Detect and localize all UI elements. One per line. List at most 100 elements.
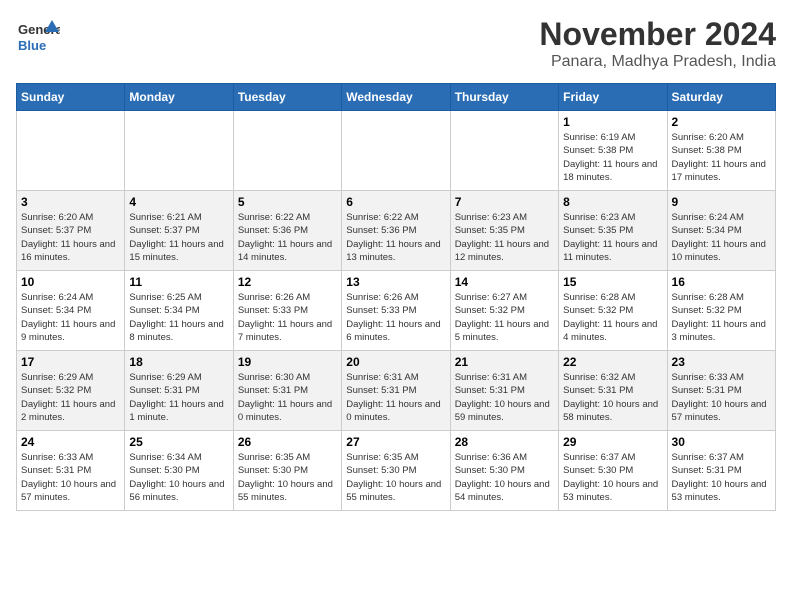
day-info: Sunrise: 6:30 AMSunset: 5:31 PMDaylight:… bbox=[238, 371, 337, 424]
svg-text:Blue: Blue bbox=[18, 38, 46, 53]
day-number: 15 bbox=[563, 275, 662, 289]
day-number: 11 bbox=[129, 275, 228, 289]
day-number: 17 bbox=[21, 355, 120, 369]
day-number: 16 bbox=[672, 275, 771, 289]
day-number: 22 bbox=[563, 355, 662, 369]
day-number: 13 bbox=[346, 275, 445, 289]
day-cell: 6Sunrise: 6:22 AMSunset: 5:36 PMDaylight… bbox=[342, 191, 450, 271]
day-cell: 21 Sunrise: 6:31 AMSunset: 5:31 PMDayligh… bbox=[450, 351, 558, 431]
day-number: 23 bbox=[672, 355, 771, 369]
day-cell: 18Sunrise: 6:29 AMSunset: 5:31 PMDayligh… bbox=[125, 351, 233, 431]
weekday-header-sunday: Sunday bbox=[17, 84, 125, 111]
week-row-2: 3 Sunrise: 6:20 AMSunset: 5:37 PMDaylight… bbox=[17, 191, 776, 271]
day-cell bbox=[17, 111, 125, 191]
day-info: Sunrise: 6:37 AMSunset: 5:31 PMDaylight:… bbox=[672, 451, 771, 504]
day-cell: 25 Sunrise: 6:34 AMSunset: 5:30 PMDayligh… bbox=[125, 431, 233, 511]
weekday-header-wednesday: Wednesday bbox=[342, 84, 450, 111]
logo: General Blue bbox=[16, 16, 60, 60]
day-number: 25 bbox=[129, 435, 228, 449]
day-number: 2 bbox=[672, 115, 771, 129]
day-info: Sunrise: 6:26 AMSunset: 5:33 PMDaylight:… bbox=[238, 291, 337, 344]
day-info: Sunrise: 6:26 AMSunset: 5:33 PMDaylight:… bbox=[346, 291, 445, 344]
day-info: Sunrise: 6:24 AMSunset: 5:34 PMDaylight:… bbox=[21, 291, 120, 344]
day-info: Sunrise: 6:19 AMSunset: 5:38 PMDaylight:… bbox=[563, 131, 662, 184]
day-number: 19 bbox=[238, 355, 337, 369]
title-area: November 2024 Panara, Madhya Pradesh, In… bbox=[539, 16, 776, 71]
day-cell: 4 Sunrise: 6:21 AMSunset: 5:37 PMDaylight… bbox=[125, 191, 233, 271]
day-cell: 20Sunrise: 6:31 AMSunset: 5:31 PMDayligh… bbox=[342, 351, 450, 431]
day-number: 24 bbox=[21, 435, 120, 449]
day-info: Sunrise: 6:29 AMSunset: 5:31 PMDaylight:… bbox=[129, 371, 228, 424]
day-number: 26 bbox=[238, 435, 337, 449]
location: Panara, Madhya Pradesh, India bbox=[539, 53, 776, 71]
day-number: 30 bbox=[672, 435, 771, 449]
day-cell: 23 Sunrise: 6:33 AMSunset: 5:31 PMDayligh… bbox=[667, 351, 775, 431]
day-info: Sunrise: 6:21 AMSunset: 5:37 PMDaylight:… bbox=[129, 211, 228, 264]
day-number: 9 bbox=[672, 195, 771, 209]
day-cell: 9 Sunrise: 6:24 AMSunset: 5:34 PMDaylight… bbox=[667, 191, 775, 271]
day-cell bbox=[233, 111, 341, 191]
day-info: Sunrise: 6:36 AMSunset: 5:30 PMDaylight:… bbox=[455, 451, 554, 504]
day-number: 10 bbox=[21, 275, 120, 289]
day-info: Sunrise: 6:20 AMSunset: 5:38 PMDaylight:… bbox=[672, 131, 771, 184]
day-cell: 1 Sunrise: 6:19 AMSunset: 5:38 PMDaylight… bbox=[559, 111, 667, 191]
day-info: Sunrise: 6:35 AMSunset: 5:30 PMDaylight:… bbox=[238, 451, 337, 504]
day-number: 29 bbox=[563, 435, 662, 449]
day-info: Sunrise: 6:20 AMSunset: 5:37 PMDaylight:… bbox=[21, 211, 120, 264]
day-number: 1 bbox=[563, 115, 662, 129]
day-info: Sunrise: 6:31 AMSunset: 5:31 PMDaylight:… bbox=[346, 371, 445, 424]
day-cell: 15 Sunrise: 6:28 AMSunset: 5:32 PMDayligh… bbox=[559, 271, 667, 351]
day-cell: 19 Sunrise: 6:30 AMSunset: 5:31 PMDayligh… bbox=[233, 351, 341, 431]
day-number: 21 bbox=[455, 355, 554, 369]
day-number: 7 bbox=[455, 195, 554, 209]
day-info: Sunrise: 6:32 AMSunset: 5:31 PMDaylight:… bbox=[563, 371, 662, 424]
day-number: 4 bbox=[129, 195, 228, 209]
day-cell: 10 Sunrise: 6:24 AMSunset: 5:34 PMDayligh… bbox=[17, 271, 125, 351]
day-cell: 3 Sunrise: 6:20 AMSunset: 5:37 PMDaylight… bbox=[17, 191, 125, 271]
day-cell: 30 Sunrise: 6:37 AMSunset: 5:31 PMDayligh… bbox=[667, 431, 775, 511]
day-cell: 11 Sunrise: 6:25 AMSunset: 5:34 PMDayligh… bbox=[125, 271, 233, 351]
day-cell: 13 Sunrise: 6:26 AMSunset: 5:33 PMDayligh… bbox=[342, 271, 450, 351]
day-info: Sunrise: 6:33 AMSunset: 5:31 PMDaylight:… bbox=[21, 451, 120, 504]
day-info: Sunrise: 6:25 AMSunset: 5:34 PMDaylight:… bbox=[129, 291, 228, 344]
day-info: Sunrise: 6:31 AMSunset: 5:31 PMDaylight:… bbox=[455, 371, 554, 424]
day-cell: 26 Sunrise: 6:35 AMSunset: 5:30 PMDayligh… bbox=[233, 431, 341, 511]
day-info: Sunrise: 6:27 AMSunset: 5:32 PMDaylight:… bbox=[455, 291, 554, 344]
day-cell: 12 Sunrise: 6:26 AMSunset: 5:33 PMDayligh… bbox=[233, 271, 341, 351]
logo-svg: General Blue bbox=[16, 16, 60, 60]
day-info: Sunrise: 6:37 AMSunset: 5:30 PMDaylight:… bbox=[563, 451, 662, 504]
month-title: November 2024 bbox=[539, 16, 776, 53]
day-cell: 14Sunrise: 6:27 AMSunset: 5:32 PMDayligh… bbox=[450, 271, 558, 351]
day-cell: 16 Sunrise: 6:28 AMSunset: 5:32 PMDayligh… bbox=[667, 271, 775, 351]
day-info: Sunrise: 6:28 AMSunset: 5:32 PMDaylight:… bbox=[563, 291, 662, 344]
day-info: Sunrise: 6:22 AMSunset: 5:36 PMDaylight:… bbox=[238, 211, 337, 264]
week-row-4: 17Sunrise: 6:29 AMSunset: 5:32 PMDayligh… bbox=[17, 351, 776, 431]
day-cell: 29 Sunrise: 6:37 AMSunset: 5:30 PMDayligh… bbox=[559, 431, 667, 511]
day-cell: 28 Sunrise: 6:36 AMSunset: 5:30 PMDayligh… bbox=[450, 431, 558, 511]
day-cell: 8Sunrise: 6:23 AMSunset: 5:35 PMDaylight… bbox=[559, 191, 667, 271]
day-number: 28 bbox=[455, 435, 554, 449]
day-info: Sunrise: 6:28 AMSunset: 5:32 PMDaylight:… bbox=[672, 291, 771, 344]
day-info: Sunrise: 6:33 AMSunset: 5:31 PMDaylight:… bbox=[672, 371, 771, 424]
day-info: Sunrise: 6:35 AMSunset: 5:30 PMDaylight:… bbox=[346, 451, 445, 504]
day-number: 27 bbox=[346, 435, 445, 449]
weekday-header-row: SundayMondayTuesdayWednesdayThursdayFrid… bbox=[17, 84, 776, 111]
day-info: Sunrise: 6:34 AMSunset: 5:30 PMDaylight:… bbox=[129, 451, 228, 504]
day-number: 3 bbox=[21, 195, 120, 209]
weekday-header-saturday: Saturday bbox=[667, 84, 775, 111]
weekday-header-friday: Friday bbox=[559, 84, 667, 111]
day-cell: 22 Sunrise: 6:32 AMSunset: 5:31 PMDayligh… bbox=[559, 351, 667, 431]
day-number: 12 bbox=[238, 275, 337, 289]
day-cell: 5Sunrise: 6:22 AMSunset: 5:36 PMDaylight… bbox=[233, 191, 341, 271]
week-row-5: 24 Sunrise: 6:33 AMSunset: 5:31 PMDayligh… bbox=[17, 431, 776, 511]
day-cell: 27 Sunrise: 6:35 AMSunset: 5:30 PMDayligh… bbox=[342, 431, 450, 511]
weekday-header-thursday: Thursday bbox=[450, 84, 558, 111]
calendar-table: SundayMondayTuesdayWednesdayThursdayFrid… bbox=[16, 83, 776, 511]
week-row-1: 1 Sunrise: 6:19 AMSunset: 5:38 PMDaylight… bbox=[17, 111, 776, 191]
day-cell: 24 Sunrise: 6:33 AMSunset: 5:31 PMDayligh… bbox=[17, 431, 125, 511]
day-cell: 7Sunrise: 6:23 AMSunset: 5:35 PMDaylight… bbox=[450, 191, 558, 271]
day-cell bbox=[450, 111, 558, 191]
day-info: Sunrise: 6:24 AMSunset: 5:34 PMDaylight:… bbox=[672, 211, 771, 264]
week-row-3: 10 Sunrise: 6:24 AMSunset: 5:34 PMDayligh… bbox=[17, 271, 776, 351]
day-info: Sunrise: 6:22 AMSunset: 5:36 PMDaylight:… bbox=[346, 211, 445, 264]
